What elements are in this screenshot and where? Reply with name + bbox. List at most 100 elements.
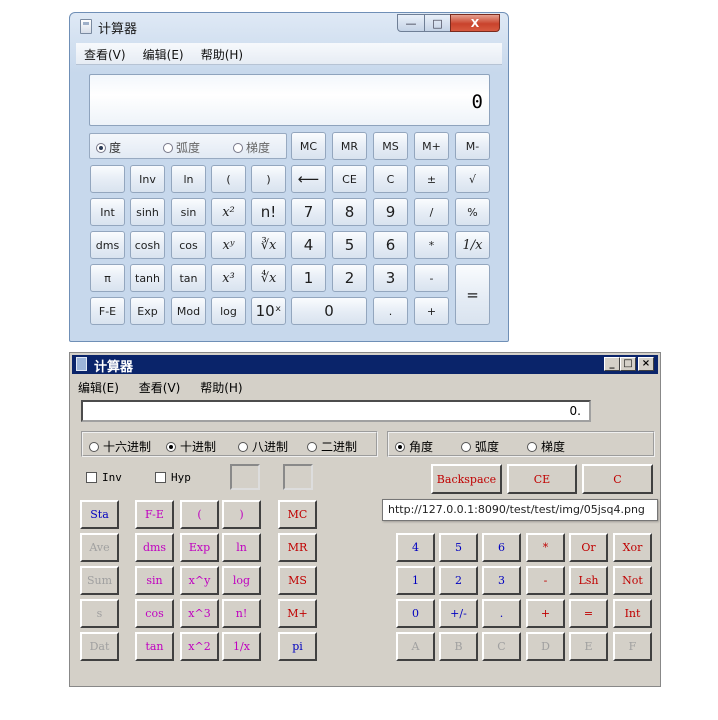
classic-key[interactable]: Sta bbox=[80, 500, 119, 529]
classic-key[interactable]: 1 bbox=[396, 566, 435, 595]
classic-key[interactable]: B bbox=[439, 632, 478, 661]
classic-key[interactable]: A bbox=[396, 632, 435, 661]
win7-key[interactable]: n! bbox=[251, 198, 286, 226]
win7-key[interactable]: 3 bbox=[373, 264, 408, 292]
win7-key[interactable]: sinh bbox=[130, 198, 165, 226]
classic-key[interactable]: MC bbox=[278, 500, 317, 529]
radio-hex[interactable]: 十六进制 bbox=[89, 438, 151, 455]
classic-key[interactable]: Lsh bbox=[569, 566, 608, 595]
classic-key[interactable]: * bbox=[526, 533, 565, 562]
win7-key[interactable]: MC bbox=[291, 132, 326, 160]
win7-key[interactable]: . bbox=[373, 297, 408, 325]
classic-key[interactable]: 6 bbox=[482, 533, 521, 562]
win7-key[interactable]: √ bbox=[455, 165, 490, 193]
classic-key[interactable]: C bbox=[582, 464, 653, 494]
hyp-checkbox[interactable]: Hyp bbox=[155, 471, 191, 484]
classic-key[interactable]: dms bbox=[135, 533, 174, 562]
menu-view[interactable]: 查看(V) bbox=[139, 381, 181, 395]
radio-degrees[interactable]: 度 bbox=[96, 139, 121, 156]
win7-key[interactable]: ( bbox=[211, 165, 246, 193]
maximize-button[interactable]: □ bbox=[424, 14, 451, 32]
classic-key[interactable]: F-E bbox=[135, 500, 174, 529]
win7-key[interactable]: CE bbox=[332, 165, 367, 193]
classic-key[interactable]: ln bbox=[222, 533, 261, 562]
win7-key[interactable]: xʸ bbox=[211, 231, 246, 259]
radio-oct[interactable]: 八进制 bbox=[238, 438, 288, 455]
win7-key[interactable]: Mod bbox=[171, 297, 206, 325]
win7-key[interactable] bbox=[90, 165, 125, 193]
win7-key[interactable]: 1 bbox=[291, 264, 326, 292]
win7-key[interactable]: * bbox=[414, 231, 449, 259]
classic-key[interactable]: M+ bbox=[278, 599, 317, 628]
win7-key[interactable]: + bbox=[414, 297, 449, 325]
classic-key[interactable]: cos bbox=[135, 599, 174, 628]
win7-key[interactable]: sin bbox=[171, 198, 206, 226]
menu-help[interactable]: 帮助(H) bbox=[201, 46, 243, 63]
win7-key[interactable]: F-E bbox=[90, 297, 125, 325]
win7-key[interactable]: 9 bbox=[373, 198, 408, 226]
menu-view[interactable]: 查看(V) bbox=[84, 46, 126, 63]
radio-dec[interactable]: 十进制 bbox=[166, 438, 216, 455]
classic-key[interactable]: F bbox=[613, 632, 652, 661]
win7-key[interactable]: Exp bbox=[130, 297, 165, 325]
classic-key[interactable]: ) bbox=[222, 500, 261, 529]
classic-key[interactable]: 5 bbox=[439, 533, 478, 562]
close-button[interactable]: X bbox=[450, 14, 500, 32]
inv-checkbox[interactable]: Inv bbox=[86, 471, 122, 484]
win7-key[interactable]: = bbox=[455, 264, 490, 325]
win7-title-bar[interactable]: 计算器 — □ X bbox=[70, 13, 508, 39]
win7-key[interactable]: tan bbox=[171, 264, 206, 292]
classic-key[interactable]: + bbox=[526, 599, 565, 628]
classic-key[interactable]: tan bbox=[135, 632, 174, 661]
classic-key[interactable]: sin bbox=[135, 566, 174, 595]
win7-key[interactable]: 10ˣ bbox=[251, 297, 286, 325]
win7-key[interactable]: 5 bbox=[332, 231, 367, 259]
win7-key[interactable]: ) bbox=[251, 165, 286, 193]
win7-key[interactable]: C bbox=[373, 165, 408, 193]
close-button[interactable]: × bbox=[638, 357, 654, 371]
win7-key[interactable]: tanh bbox=[130, 264, 165, 292]
win7-key[interactable]: dms bbox=[90, 231, 125, 259]
radio-grads[interactable]: 梯度 bbox=[527, 438, 565, 455]
win7-key[interactable]: - bbox=[414, 264, 449, 292]
win7-key[interactable]: ln bbox=[171, 165, 206, 193]
classic-key[interactable]: Xor bbox=[613, 533, 652, 562]
win7-key[interactable]: π bbox=[90, 264, 125, 292]
radio-degrees[interactable]: 角度 bbox=[395, 438, 433, 455]
win7-key[interactable]: 1/x bbox=[455, 231, 490, 259]
win7-key[interactable]: MR bbox=[332, 132, 367, 160]
win7-key[interactable]: / bbox=[414, 198, 449, 226]
classic-key[interactable]: CE bbox=[507, 464, 577, 494]
classic-key[interactable]: Sum bbox=[80, 566, 119, 595]
win7-key[interactable]: cos bbox=[171, 231, 206, 259]
win7-key[interactable]: ± bbox=[414, 165, 449, 193]
classic-key[interactable]: pi bbox=[278, 632, 317, 661]
menu-edit[interactable]: 编辑(E) bbox=[143, 46, 184, 63]
classic-title-bar[interactable]: 计算器 _ □ × bbox=[72, 355, 658, 375]
win7-key[interactable]: log bbox=[211, 297, 246, 325]
classic-key[interactable]: 3 bbox=[482, 566, 521, 595]
classic-key[interactable]: Or bbox=[569, 533, 608, 562]
win7-key[interactable]: M- bbox=[455, 132, 490, 160]
win7-key[interactable]: 4 bbox=[291, 231, 326, 259]
win7-key[interactable]: 7 bbox=[291, 198, 326, 226]
classic-key[interactable]: MS bbox=[278, 566, 317, 595]
classic-key[interactable]: E bbox=[569, 632, 608, 661]
radio-radians[interactable]: 弧度 bbox=[461, 438, 499, 455]
classic-key[interactable]: MR bbox=[278, 533, 317, 562]
win7-key[interactable]: 8 bbox=[332, 198, 367, 226]
radio-bin[interactable]: 二进制 bbox=[307, 438, 357, 455]
classic-key[interactable]: - bbox=[526, 566, 565, 595]
win7-key[interactable]: Inv bbox=[130, 165, 165, 193]
win7-key[interactable]: ∜x bbox=[251, 264, 286, 292]
classic-key[interactable]: Backspace bbox=[431, 464, 502, 494]
menu-edit[interactable]: 编辑(E) bbox=[78, 381, 119, 395]
classic-key[interactable]: 4 bbox=[396, 533, 435, 562]
classic-key[interactable]: 0 bbox=[396, 599, 435, 628]
win7-key[interactable]: MS bbox=[373, 132, 408, 160]
radio-grads[interactable]: 梯度 bbox=[233, 139, 270, 156]
minimize-button[interactable]: — bbox=[397, 14, 425, 32]
classic-key[interactable]: x^2 bbox=[180, 632, 219, 661]
win7-key[interactable]: % bbox=[455, 198, 490, 226]
classic-key[interactable]: ( bbox=[180, 500, 219, 529]
